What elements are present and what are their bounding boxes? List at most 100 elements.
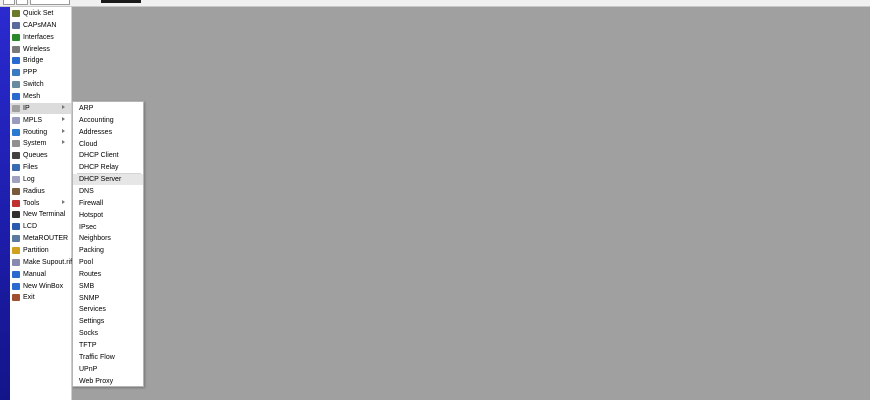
- submenu-item-dns[interactable]: DNS: [73, 186, 143, 197]
- log-icon: [12, 175, 20, 183]
- submenu-arrow-icon: [62, 128, 65, 133]
- sidebar-item-label: MPLS: [23, 116, 43, 124]
- submenu-item-hotspot[interactable]: Hotspot: [73, 210, 143, 221]
- sidebar-item-label: Manual: [23, 270, 46, 278]
- sidebar-item-label: Switch: [23, 81, 44, 89]
- exit-icon: [12, 294, 20, 302]
- sidebar-item-label: Make Supout.rif: [23, 258, 73, 266]
- queues-icon: [12, 152, 20, 160]
- sidebar-item-routing[interactable]: Routing: [10, 127, 71, 138]
- sidebar-item-label: Tools: [23, 199, 40, 207]
- sidebar-item-capsman[interactable]: CAPsMAN: [10, 20, 71, 31]
- submenu-item-snmp[interactable]: SNMP: [73, 293, 143, 304]
- manual-icon: [12, 270, 20, 278]
- submenu-item-neighbors[interactable]: Neighbors: [73, 233, 143, 244]
- redo-button[interactable]: [16, 0, 28, 5]
- ip-icon: [12, 104, 20, 112]
- sidebar-item-exit[interactable]: Exit: [10, 292, 71, 303]
- mpls-icon: [12, 116, 20, 124]
- sidebar-item-label: Log: [23, 175, 35, 183]
- sidebar-item-radius[interactable]: Radius: [10, 186, 71, 197]
- sidebar-item-label: CAPsMAN: [23, 21, 57, 29]
- sidebar-item-tools[interactable]: Tools: [10, 198, 71, 209]
- submenu-arrow-icon: [62, 199, 65, 204]
- submenu-item-addresses[interactable]: Addresses: [73, 127, 143, 138]
- submenu-item-routes[interactable]: Routes: [73, 269, 143, 280]
- sidebar-item-label: Partition: [23, 247, 49, 254]
- sidebar-item-mpls[interactable]: MPLS: [10, 115, 71, 126]
- submenu-item-services[interactable]: Services: [73, 304, 143, 315]
- sidebar-item-system[interactable]: System: [10, 138, 71, 149]
- submenu-item-packing[interactable]: Packing: [73, 245, 143, 256]
- sidebar-item-ip[interactable]: IP: [10, 102, 71, 114]
- lcd-icon: [12, 223, 20, 231]
- submenu-item-tftp[interactable]: TFTP: [73, 340, 143, 351]
- session-logo: [101, 0, 141, 3]
- supout-icon: [12, 258, 20, 266]
- sidebar-item-mesh[interactable]: Mesh: [10, 91, 71, 102]
- sidebar-item-interfaces[interactable]: Interfaces: [10, 32, 71, 43]
- sidebar-item-ppp[interactable]: PPP: [10, 67, 71, 78]
- sidebar-item-new-winbox[interactable]: New WinBox: [10, 281, 71, 292]
- sidebar-item-log[interactable]: Log: [10, 174, 71, 185]
- sidebar-item-files[interactable]: Files: [10, 162, 71, 173]
- submenu-arrow-icon: [62, 140, 65, 145]
- sidebar-item-lcd[interactable]: LCD: [10, 221, 71, 232]
- sidebar-item-bridge[interactable]: Bridge: [10, 55, 71, 66]
- winbox-icon: [12, 282, 20, 290]
- sidebar-item-label: Bridge: [23, 57, 44, 65]
- sidebar-item-manual[interactable]: Manual: [10, 269, 71, 280]
- sidebar-item-partition[interactable]: Partition: [10, 245, 71, 256]
- sidebar-item-label: Mesh: [23, 92, 41, 100]
- submenu-item-socks[interactable]: Socks: [73, 328, 143, 339]
- terminal-icon: [12, 211, 20, 219]
- submenu-item-accounting[interactable]: Accounting: [73, 115, 143, 126]
- main-menu-sidebar: Quick Set CAPsMAN Interfaces Wireless Bridge…: [10, 7, 72, 400]
- sidebar-item-label: Quick Set: [23, 10, 54, 17]
- submenu-item-ipsec[interactable]: IPsec: [73, 222, 143, 233]
- sidebar-item-metarouter[interactable]: MetaROUTER: [10, 233, 71, 244]
- tools-icon: [12, 199, 20, 207]
- submenu-item-upnp[interactable]: UPnP: [73, 364, 143, 375]
- submenu-item-dhcp-client[interactable]: DHCP Client: [73, 150, 143, 161]
- files-icon: [12, 164, 20, 172]
- sidebar-item-label: Routing: [23, 128, 48, 136]
- workspace-area: [72, 7, 870, 400]
- submenu-item-settings[interactable]: Settings: [73, 316, 143, 327]
- routing-icon: [12, 128, 20, 136]
- switch-icon: [12, 81, 20, 89]
- submenu-item-traffic-flow[interactable]: Traffic Flow: [73, 352, 143, 363]
- submenu-item-dhcp-relay[interactable]: DHCP Relay: [73, 162, 143, 173]
- submenu-item-cloud[interactable]: Cloud: [73, 139, 143, 150]
- submenu-item-smb[interactable]: SMB: [73, 281, 143, 292]
- submenu-item-arp[interactable]: ARP: [73, 103, 143, 114]
- wireless-icon: [12, 45, 20, 53]
- sidebar-item-label: Exit: [23, 294, 35, 302]
- top-toolbar: [0, 0, 870, 7]
- system-icon: [12, 140, 20, 148]
- submenu-item-web-proxy[interactable]: Web Proxy: [73, 376, 143, 387]
- capsman-icon: [12, 21, 20, 29]
- sidebar-item-make-supout-rif[interactable]: Make Supout.rif: [10, 257, 73, 268]
- partition-icon: [12, 247, 20, 254]
- sidebar-item-label: MetaROUTER: [23, 235, 69, 243]
- submenu-item-dhcp-server[interactable]: DHCP Server: [73, 174, 143, 186]
- interfaces-icon: [12, 33, 20, 41]
- ip-submenu: ARP Accounting Addresses Cloud DHCP Client DH…: [72, 101, 144, 387]
- sidebar-item-switch[interactable]: Switch: [10, 79, 71, 90]
- sidebar-item-quick-set[interactable]: Quick Set: [10, 8, 71, 19]
- undo-button[interactable]: [3, 0, 15, 5]
- submenu-arrow-icon: [62, 104, 65, 109]
- sidebar-item-label: New Terminal: [23, 211, 66, 219]
- sidebar-item-queues[interactable]: Queues: [10, 150, 71, 161]
- submenu-item-pool[interactable]: Pool: [73, 257, 143, 268]
- ppp-icon: [12, 69, 20, 77]
- mesh-icon: [12, 92, 20, 100]
- sidebar-item-new-terminal[interactable]: New Terminal: [10, 209, 71, 220]
- sidebar-item-label: Wireless: [23, 45, 50, 53]
- submenu-item-firewall[interactable]: Firewall: [73, 198, 143, 209]
- safe-mode-button[interactable]: [30, 0, 70, 5]
- sidebar-item-label: Interfaces: [23, 33, 54, 41]
- sidebar-item-label: Queues: [23, 152, 48, 160]
- sidebar-item-wireless[interactable]: Wireless: [10, 44, 71, 55]
